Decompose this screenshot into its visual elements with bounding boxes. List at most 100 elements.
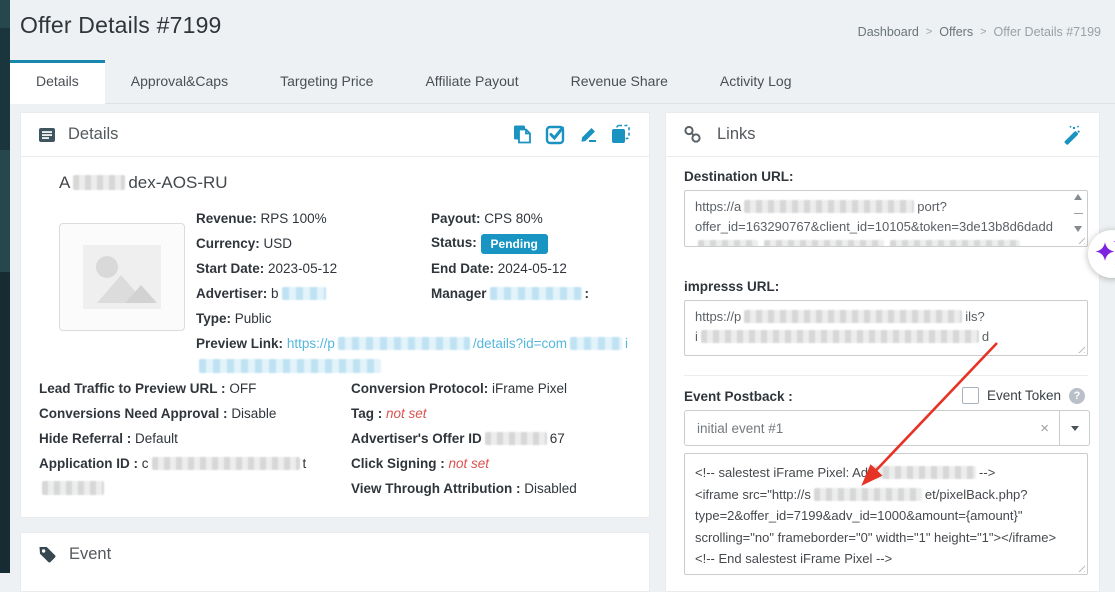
links-panel: Links Destination URL: https://a port? of… (665, 112, 1100, 592)
tab-approval-caps[interactable]: Approval&Caps (105, 60, 254, 103)
resize-grip-icon[interactable] (1076, 344, 1085, 353)
event-select-value: initial event #1 (697, 420, 784, 436)
destination-url-textarea[interactable]: https://a port? offer_id=163290767&client… (684, 190, 1088, 247)
scroll-up-icon[interactable] (1074, 194, 1082, 200)
field-label: Payout: (431, 211, 481, 226)
event-panel-header: Event (21, 533, 649, 576)
field-value: not set (448, 456, 490, 471)
field-value: c (141, 456, 149, 471)
pixel-code-textarea[interactable]: <!-- salestest iFrame Pixel: Ad --> <ifra… (684, 453, 1088, 575)
textarea-scrollbar[interactable] (1072, 194, 1084, 232)
field-click-signing: Click Signing : not set (351, 456, 489, 471)
field-label: Advertiser: (196, 286, 268, 301)
preview-link[interactable]: https://p/details?id=com i (287, 336, 628, 351)
field-advertisers-offer-id: Advertiser's Offer ID 67 (351, 431, 565, 446)
impress-url-line2: id (695, 329, 990, 344)
chain-link-icon (684, 125, 701, 143)
censored-text (42, 481, 104, 495)
tab-activity-log[interactable]: Activity Log (694, 60, 818, 103)
field-value: Public (234, 311, 272, 326)
field-value: 67 (549, 431, 565, 446)
tab-details[interactable]: Details (10, 60, 105, 104)
ai-assistant-button[interactable] (1088, 230, 1115, 278)
breadcrumb-dashboard[interactable]: Dashboard (858, 25, 919, 39)
field-value: Default (135, 431, 178, 446)
field-value: b (271, 286, 279, 301)
event-select[interactable]: initial event #1 × (684, 410, 1090, 446)
destination-url-line2: offer_id=163290767&client_id=10105&token… (695, 219, 1053, 234)
field-value: USD (263, 236, 293, 251)
breadcrumb: Dashboard > Offers > Offer Details #7199 (858, 25, 1101, 39)
field-conversions-approval: Conversions Need Approval : Disable (39, 406, 276, 421)
impress-url-textarea[interactable]: https://p ils? id (684, 300, 1088, 356)
event-panel: Event (20, 532, 650, 592)
copy-offer-icon[interactable] (511, 124, 533, 146)
links-panel-header: Links (666, 113, 1099, 157)
field-label: Advertiser's Offer ID (351, 431, 482, 446)
select-dropdown-button[interactable] (1059, 411, 1089, 445)
field-payout: Payout: CPS 80% (431, 211, 543, 226)
magic-wand-icon[interactable] (1060, 124, 1082, 146)
collapsed-sidebar[interactable] (0, 0, 10, 573)
resize-grip-icon[interactable] (1076, 563, 1085, 572)
resize-grip-icon[interactable] (1076, 235, 1085, 244)
field-value: OFF (229, 381, 257, 396)
censored-text (489, 287, 582, 300)
tab-targeting-price[interactable]: Targeting Price (254, 60, 399, 103)
image-placeholder-icon (83, 245, 161, 309)
impress-url-label: impresss URL: (684, 279, 780, 294)
field-value: 2023-05-12 (268, 261, 338, 276)
pixel-code-line3: type=2&offer_id=7199&adv_id=1000&amount=… (695, 508, 1023, 523)
field-end-date: End Date: 2024-05-12 (431, 261, 567, 276)
breadcrumb-offers[interactable]: Offers (939, 25, 973, 39)
field-lead-traffic: Lead Traffic to Preview URL : OFF (39, 381, 256, 396)
field-label: End Date: (431, 261, 495, 276)
event-postback-label: Event Postback : (684, 389, 793, 404)
censored-text (151, 457, 300, 470)
sparkles-icon (1095, 241, 1115, 265)
field-value: Disable (231, 406, 277, 421)
page-title: Offer Details #7199 (20, 12, 222, 38)
offer-name-suffix: dex-AOS-RU (128, 173, 228, 192)
field-label: Start Date: (196, 261, 265, 276)
approve-offer-icon[interactable] (544, 124, 566, 146)
field-value: iFrame Pixel (492, 381, 568, 396)
censored-text (484, 432, 547, 445)
clone-offer-icon[interactable] (610, 124, 632, 146)
event-token-label: Event Token (986, 388, 1061, 403)
field-hide-referral: Hide Referral : Default (39, 431, 178, 446)
breadcrumb-current: Offer Details #7199 (993, 25, 1101, 39)
field-label: Conversion Protocol: (351, 381, 489, 396)
event-token-checkbox[interactable] (961, 387, 979, 404)
field-label: Hide Referral : (39, 431, 132, 446)
chevron-down-icon (1070, 425, 1079, 431)
field-label: Revenue: (196, 211, 257, 226)
field-label: Tag : (351, 406, 383, 421)
field-label: Type: (196, 311, 232, 326)
help-icon[interactable]: ? (1069, 387, 1085, 404)
offer-name-prefix: A (59, 173, 71, 192)
field-value: Disabled (524, 481, 577, 496)
impress-url-line1: https://p ils? (695, 309, 985, 324)
field-advertiser: Advertiser: b (196, 286, 329, 301)
field-label: Manager (431, 286, 487, 301)
breadcrumb-separator: > (980, 26, 987, 38)
censored-text (764, 240, 884, 246)
censored-text (199, 359, 381, 373)
details-panel-header: Details (21, 113, 649, 157)
details-panel: Details Adex-AOS-RU Revenue: RPS 100% Pa… (20, 112, 650, 518)
scroll-down-icon[interactable] (1074, 226, 1082, 232)
clear-selection-icon[interactable]: × (1030, 420, 1059, 437)
field-application-id: Application ID : c t (39, 456, 306, 471)
tab-revenue-share[interactable]: Revenue Share (545, 60, 694, 103)
edit-offer-icon[interactable] (577, 124, 599, 146)
tab-affiliate-payout[interactable]: Affiliate Payout (399, 60, 544, 103)
details-list-icon (39, 127, 55, 142)
field-label: Lead Traffic to Preview URL : (39, 381, 226, 396)
pixel-code-line5: <!-- End salestest iFrame Pixel --> (695, 551, 893, 566)
field-type: Type: Public (196, 311, 272, 326)
destination-url-line3 (695, 237, 1067, 246)
field-status: Status: Pending (431, 234, 548, 254)
field-label: View Through Attribution : (351, 481, 521, 496)
destination-url-label: Destination URL: (684, 169, 794, 184)
